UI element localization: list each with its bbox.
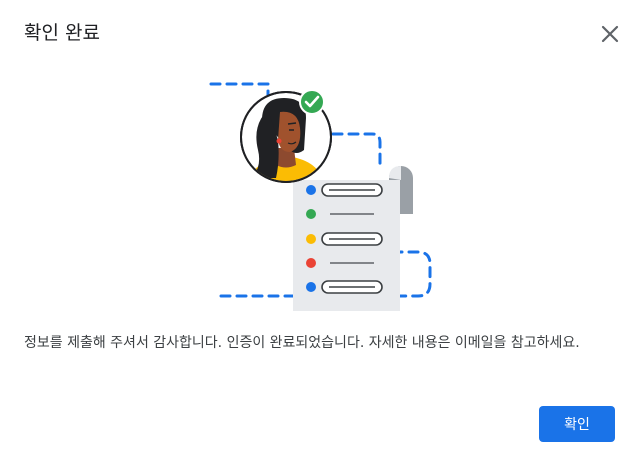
- checklist-bullet-green: [306, 209, 316, 219]
- verification-illustration: [209, 82, 432, 311]
- user-avatar-icon: [240, 91, 332, 183]
- confirm-button[interactable]: 확인: [539, 406, 615, 442]
- checklist-bullet-blue: [306, 185, 316, 195]
- dialog-title: 확인 완료: [24, 22, 100, 44]
- checklist-bullet-blue-2: [306, 282, 316, 292]
- checklist-bullet-red: [306, 258, 316, 268]
- verification-dialog: 확인 완료 정보를 제출해 주셔서 감사합니다. 인증이 완료되었습니다. 자세…: [0, 0, 637, 458]
- checklist-bullet-yellow: [306, 234, 316, 244]
- dashed-path-decoration: [209, 82, 432, 298]
- verified-check-icon: [299, 89, 325, 115]
- close-icon: [601, 25, 619, 43]
- document-checklist-icon: [293, 166, 413, 311]
- confirmation-message: 정보를 제출해 주셔서 감사합니다. 인증이 완료되었습니다. 자세한 내용은 …: [24, 335, 580, 351]
- close-button[interactable]: [596, 20, 624, 48]
